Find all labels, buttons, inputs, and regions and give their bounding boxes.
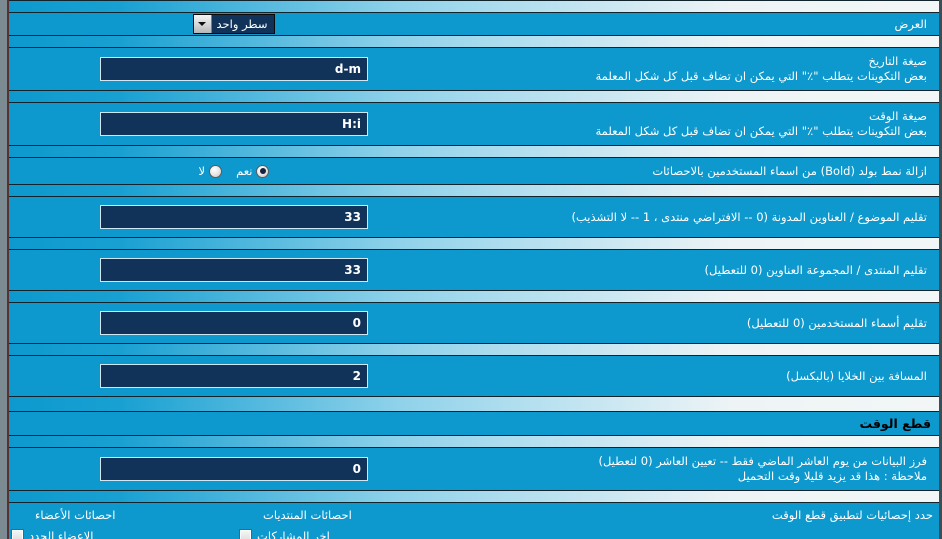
desc-cutoff-days: ملاحظة : هذا قد يزيد قليلا وقت التحميل xyxy=(737,469,927,483)
label-cell-spacing: المسافة بين الخلايا (بالبكسل) xyxy=(457,369,933,384)
divider-top xyxy=(7,0,939,13)
stats-column-forum: احصائات المنتديات اخر المشاركات آخر أخبا… xyxy=(231,507,459,539)
label-text-cutoff-days: فرز البيانات من يوم العاشر الماضي فقط --… xyxy=(598,454,927,468)
control-trim-forum-titles[interactable] xyxy=(7,258,457,282)
checkbox-newest-members-label: الاعضاء الجدد xyxy=(29,528,94,539)
divider-9 xyxy=(7,435,939,448)
stats-column-forum-header: احصائات المنتديات xyxy=(263,508,352,522)
radio-yes-label: نعم xyxy=(236,164,253,178)
divider-7 xyxy=(7,343,939,356)
divider-2 xyxy=(7,90,939,103)
admin-options-screen: العرض سطر واحد صيغة التاريخ بعض التكوينا… xyxy=(0,0,942,539)
divider-10 xyxy=(7,490,939,503)
checkbox-row-latest-posts[interactable]: اخر المشاركات xyxy=(239,526,330,539)
cutoff-days-input[interactable] xyxy=(100,457,368,481)
desc-date-format: بعض التكوينات يتطلب "٪" التي يمكن ان تضا… xyxy=(595,69,928,83)
divider-5 xyxy=(7,237,939,250)
setting-row-trim-topic-titles[interactable]: تقليم الموضوع / العناوين المدونة (0 -- ا… xyxy=(7,197,939,237)
setting-row-display-mode[interactable]: العرض سطر واحد xyxy=(7,13,939,35)
radio-option-yes[interactable]: نعم xyxy=(236,164,270,178)
radio-no-label: لا xyxy=(198,164,206,178)
setting-row-cell-spacing[interactable]: المسافة بين الخلايا (بالبكسل) xyxy=(7,356,939,396)
control-trim-topic-titles[interactable] xyxy=(7,205,457,229)
label-trim-topic-titles: تقليم الموضوع / العناوين المدونة (0 -- ا… xyxy=(457,210,933,225)
time-format-input[interactable] xyxy=(100,112,368,136)
control-display-mode[interactable]: سطر واحد xyxy=(7,14,457,34)
divider-4 xyxy=(7,184,939,197)
control-cell-spacing[interactable] xyxy=(7,364,457,388)
control-date-format[interactable] xyxy=(7,57,457,81)
label-text-remove-bold: ازالة نمط بولد (Bold) من اسماء المستخدمي… xyxy=(652,163,927,178)
label-date-format: صيغة التاريخ بعض التكوينات يتطلب "٪" الت… xyxy=(457,54,933,84)
checkbox-latest-posts-label: اخر المشاركات xyxy=(257,528,330,539)
radio-group-remove-bold[interactable]: نعم لا xyxy=(199,164,270,178)
stats-column-member-header: احصائات الأعضاء xyxy=(35,508,116,522)
label-text-trim-usernames: تقليم أسماء المستخدمين (0 للتعطيل) xyxy=(746,315,927,330)
label-remove-bold: ازالة نمط بولد (Bold) من اسماء المستخدمي… xyxy=(457,164,933,179)
radio-no-icon[interactable] xyxy=(209,164,223,178)
label-text-date-format: صيغة التاريخ xyxy=(868,54,927,68)
label-text-stats-checkbox-block: حدد إحصائيات لتطبيق قطع الوقت xyxy=(771,508,933,522)
setting-row-date-format[interactable]: صيغة التاريخ بعض التكوينات يتطلب "٪" الت… xyxy=(7,48,939,90)
setting-row-trim-forum-titles[interactable]: تقليم المنتدى / المجموعة العناوين (0 للت… xyxy=(7,250,939,290)
stats-column-member: احصائات الأعضاء الاعضاء الجدد اعلى المشا… xyxy=(7,507,231,539)
label-text-cell-spacing: المسافة بين الخلايا (بالبكسل) xyxy=(786,368,927,383)
divider-1 xyxy=(7,35,939,48)
control-time-format[interactable] xyxy=(7,112,457,136)
control-cutoff-days[interactable] xyxy=(7,457,457,481)
setting-row-remove-bold[interactable]: ازالة نمط بولد (Bold) من اسماء المستخدمي… xyxy=(7,158,939,184)
label-text-trim-forum-titles: تقليم المنتدى / المجموعة العناوين (0 للت… xyxy=(704,262,927,277)
section-header-time-cutoff: قطع الوقت xyxy=(7,412,939,435)
label-text-time-format: صيغة الوقت xyxy=(868,109,927,123)
divider-6 xyxy=(7,290,939,303)
control-trim-usernames[interactable] xyxy=(7,311,457,335)
label-cutoff-days: فرز البيانات من يوم العاشر الماضي فقط --… xyxy=(457,454,933,484)
stats-checkbox-block: حدد إحصائيات لتطبيق قطع الوقت احصائات ال… xyxy=(7,503,939,539)
desc-time-format: بعض التكوينات يتطلب "٪" التي يمكن ان تضا… xyxy=(595,124,928,138)
label-text-trim-topic-titles: تقليم الموضوع / العناوين المدونة (0 -- ا… xyxy=(571,209,927,224)
chevron-down-icon[interactable] xyxy=(193,15,212,33)
date-format-input[interactable] xyxy=(100,57,368,81)
radio-yes-icon[interactable] xyxy=(256,164,270,178)
label-trim-usernames: تقليم أسماء المستخدمين (0 للتعطيل) xyxy=(457,316,933,331)
label-display-mode: العرض xyxy=(457,17,933,32)
divider-3 xyxy=(7,145,939,158)
checkbox-row-newest-members[interactable]: الاعضاء الجدد xyxy=(11,526,93,539)
radio-option-no[interactable]: لا xyxy=(199,164,223,178)
label-trim-forum-titles: تقليم المنتدى / المجموعة العناوين (0 للت… xyxy=(457,263,933,278)
checkbox-newest-members-icon[interactable] xyxy=(11,529,24,539)
cell-spacing-input[interactable] xyxy=(100,364,368,388)
label-text-display-mode: العرض xyxy=(894,16,928,31)
label-time-format: صيغة الوقت بعض التكوينات يتطلب "٪" التي … xyxy=(457,109,933,139)
setting-row-cutoff-days[interactable]: فرز البيانات من يوم العاشر الماضي فقط --… xyxy=(7,448,939,490)
trim-usernames-input[interactable] xyxy=(100,311,368,335)
checkbox-latest-posts-icon[interactable] xyxy=(239,529,252,539)
control-remove-bold[interactable]: نعم لا xyxy=(7,164,457,178)
section-header-title: قطع الوقت xyxy=(859,416,931,431)
setting-row-time-format[interactable]: صيغة الوقت بعض التكوينات يتطلب "٪" التي … xyxy=(7,103,939,145)
select-display-mode-value: سطر واحد xyxy=(216,17,268,31)
settings-scroll-area[interactable]: العرض سطر واحد صيغة التاريخ بعض التكوينا… xyxy=(7,0,939,539)
trim-forum-titles-input[interactable] xyxy=(100,258,368,282)
trim-topic-titles-input[interactable] xyxy=(100,205,368,229)
divider-8 xyxy=(7,396,939,412)
setting-row-trim-usernames[interactable]: تقليم أسماء المستخدمين (0 للتعطيل) xyxy=(7,303,939,343)
stats-columns: احصائات المنتديات اخر المشاركات آخر أخبا… xyxy=(7,507,463,539)
label-stats-checkbox-block: حدد إحصائيات لتطبيق قطع الوقت xyxy=(463,507,939,523)
select-display-mode[interactable]: سطر واحد xyxy=(192,14,276,34)
